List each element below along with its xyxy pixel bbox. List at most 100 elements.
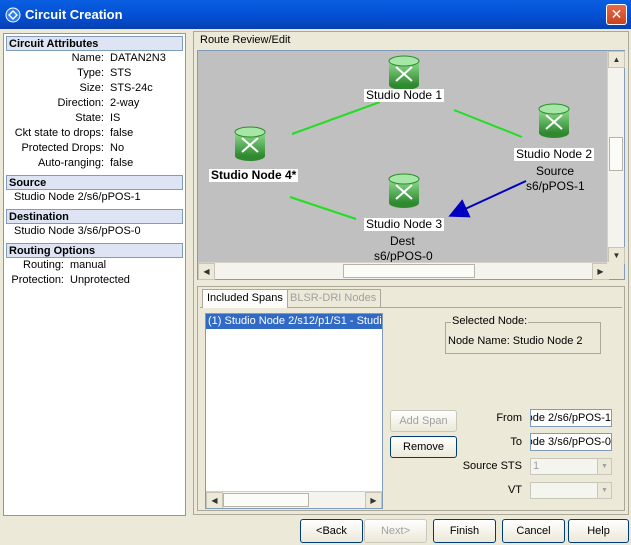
- help-button[interactable]: Help: [568, 519, 629, 543]
- node-3-icon[interactable]: [388, 173, 420, 208]
- source-sts-label: Source STS: [462, 460, 522, 472]
- from-label: From: [496, 412, 522, 424]
- protection-row: Protection: Unprotected: [6, 273, 183, 288]
- routing-options-section: Routing Options Routing: manual Protectio…: [6, 243, 183, 288]
- node-2-role: Source: [536, 164, 575, 178]
- to-label: To: [510, 436, 522, 448]
- attr-key: Name:: [71, 52, 104, 64]
- attr-key: Protected Drops:: [21, 142, 104, 154]
- span-n1-n2[interactable]: [453, 109, 523, 138]
- graph-vertical-scrollbar[interactable]: ▲ ▼: [607, 51, 625, 264]
- remove-button[interactable]: Remove: [390, 436, 457, 458]
- route-graph[interactable]: Studio Node 1 Studio Node 2 Source s6/pP…: [197, 50, 625, 280]
- attr-key: Type:: [77, 67, 104, 79]
- attr-key: Ckt state to drops:: [14, 127, 104, 139]
- node-1-icon[interactable]: [388, 55, 420, 90]
- attr-value: false: [110, 127, 134, 139]
- source-sts-value: 1: [533, 460, 540, 472]
- chevron-down-icon[interactable]: ▼: [597, 459, 611, 474]
- dialog-client: Circuit Attributes Name: DATAN2N3 Type: ST…: [0, 29, 631, 545]
- attr-value: DATAN2N3: [110, 52, 166, 64]
- protection-key: Protection:: [11, 274, 64, 286]
- attr-row-size: Size: STS-24c: [6, 81, 183, 96]
- add-span-button[interactable]: Add Span: [390, 410, 457, 432]
- close-button[interactable]: ✕: [606, 4, 627, 25]
- cancel-button[interactable]: Cancel: [502, 519, 565, 543]
- scroll-right-arrow-icon[interactable]: ▶: [365, 492, 382, 508]
- destination-heading: Destination: [6, 209, 183, 224]
- included-spans-list[interactable]: (1) Studio Node 2/s12/p1/S1 - Studio Nod…: [205, 313, 383, 509]
- route-arrow-n2-n3: [448, 180, 527, 218]
- routing-key: Routing:: [23, 259, 64, 271]
- node-4-icon[interactable]: [234, 126, 266, 161]
- to-field[interactable]: Studio Node 3/s6/pPOS-0: [530, 433, 612, 451]
- attr-key: Auto-ranging:: [37, 157, 104, 169]
- attr-value: 2-way: [110, 97, 140, 109]
- destination-section: Destination Studio Node 3/s6/pPOS-0: [6, 209, 183, 239]
- route-review-label: Route Review/Edit: [200, 34, 291, 46]
- routing-row: Routing: manual: [6, 258, 183, 273]
- attr-row-state: State: IS: [6, 111, 183, 126]
- spans-tab-container: Included Spans BLSR-DRI Nodes (1) Studio…: [197, 286, 625, 511]
- tab-included-spans[interactable]: Included Spans: [202, 289, 288, 308]
- attr-key: Size:: [79, 82, 104, 94]
- source-sts-select[interactable]: 1 ▼: [530, 458, 612, 475]
- list-item[interactable]: (1) Studio Node 2/s12/p1/S1 - Studio Nod…: [206, 314, 382, 329]
- finish-button[interactable]: Finish: [433, 519, 496, 543]
- routing-value: manual: [70, 259, 107, 271]
- chevron-down-icon[interactable]: ▼: [597, 483, 611, 498]
- circuit-attributes-section: Circuit Attributes Name: DATAN2N3 Type: ST…: [6, 36, 183, 171]
- horizontal-scroll-thumb[interactable]: [343, 264, 475, 278]
- from-field[interactable]: Studio Node 2/s6/pPOS-1: [530, 409, 612, 427]
- circuit-app-icon: [5, 7, 21, 22]
- attr-row-ckt-state: Ckt state to drops: false: [6, 126, 183, 141]
- vt-label: VT: [507, 484, 522, 496]
- node-3-label[interactable]: Studio Node 3: [364, 218, 445, 231]
- selected-node-name: Node Name: Studio Node 2: [448, 335, 583, 347]
- attr-key: Direction:: [57, 97, 104, 109]
- scroll-corner: [607, 262, 624, 279]
- window-title: Circuit Creation: [25, 7, 123, 22]
- attr-row-auto-ranging: Auto-ranging: false: [6, 156, 183, 171]
- next-button[interactable]: Next>: [364, 519, 427, 543]
- scroll-left-arrow-icon[interactable]: ◀: [198, 263, 215, 280]
- attr-value: STS: [110, 67, 132, 79]
- selected-node-title: Selected Node:: [451, 315, 529, 327]
- route-review-panel: Route Review/Edit Studio Node 1 Studio N…: [193, 31, 629, 515]
- title-bar: Circuit Creation ✕: [0, 0, 631, 29]
- circuit-attributes-heading: Circuit Attributes: [6, 36, 183, 51]
- node-2-label[interactable]: Studio Node 2: [514, 148, 595, 161]
- attr-row-protected-drops: Protected Drops: No: [6, 141, 183, 156]
- back-button[interactable]: <Back: [300, 519, 363, 543]
- attr-value: IS: [110, 112, 121, 124]
- attr-value: STS-24c: [110, 82, 153, 94]
- scroll-up-arrow-icon[interactable]: ▲: [608, 51, 625, 68]
- spans-horizontal-scrollbar[interactable]: ◀ ▶: [206, 491, 382, 508]
- span-n4-n3[interactable]: [289, 196, 357, 220]
- node-2-port: s6/pPOS-1: [526, 179, 585, 193]
- span-n1-n4[interactable]: [291, 101, 381, 135]
- attr-row-name: Name: DATAN2N3: [6, 51, 183, 66]
- attr-row-direction: Direction: 2-way: [6, 96, 183, 111]
- vertical-scroll-thumb[interactable]: [609, 137, 623, 171]
- selected-node-group: Selected Node: Node Name: Studio Node 2: [445, 315, 601, 354]
- circuit-summary-panel: Circuit Attributes Name: DATAN2N3 Type: ST…: [3, 33, 186, 516]
- node-4-label[interactable]: Studio Node 4*: [209, 169, 299, 182]
- node-2-icon[interactable]: [538, 103, 570, 138]
- node-3-role: Dest: [390, 234, 415, 248]
- protection-value: Unprotected: [70, 274, 130, 286]
- spans-scroll-thumb[interactable]: [223, 493, 309, 507]
- attr-value: false: [110, 157, 134, 169]
- graph-horizontal-scrollbar[interactable]: ◀ ▶: [198, 262, 609, 280]
- attr-row-type: Type: STS: [6, 66, 183, 81]
- attr-value: No: [110, 142, 125, 154]
- source-heading: Source: [6, 175, 183, 190]
- source-value: Studio Node 2/s6/pPOS-1: [14, 191, 141, 203]
- scroll-left-arrow-icon[interactable]: ◀: [206, 492, 223, 508]
- node-1-label[interactable]: Studio Node 1: [364, 89, 445, 102]
- tab-blsr-dri-nodes[interactable]: BLSR-DRI Nodes: [285, 289, 382, 307]
- source-section: Source Studio Node 2/s6/pPOS-1: [6, 175, 183, 205]
- destination-value: Studio Node 3/s6/pPOS-0: [14, 225, 141, 237]
- included-spans-tab-body: (1) Studio Node 2/s12/p1/S1 - Studio Nod…: [200, 307, 622, 509]
- vt-select[interactable]: ▼: [530, 482, 612, 499]
